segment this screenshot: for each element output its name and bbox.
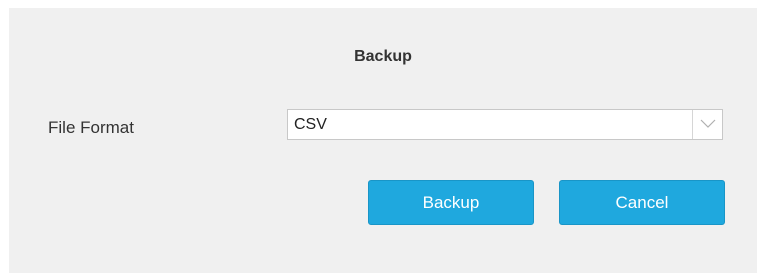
backup-button[interactable]: Backup — [368, 180, 534, 225]
backup-dialog: Backup File Format CSV Backup Cancel — [9, 8, 757, 273]
dropdown-toggle[interactable] — [692, 110, 722, 139]
dialog-title: Backup — [354, 48, 412, 65]
file-format-label: File Format — [48, 118, 134, 137]
file-format-select[interactable]: CSV — [287, 109, 723, 140]
file-format-value: CSV — [294, 116, 327, 133]
cancel-button[interactable]: Cancel — [559, 180, 725, 225]
chevron-down-icon — [700, 119, 716, 128]
